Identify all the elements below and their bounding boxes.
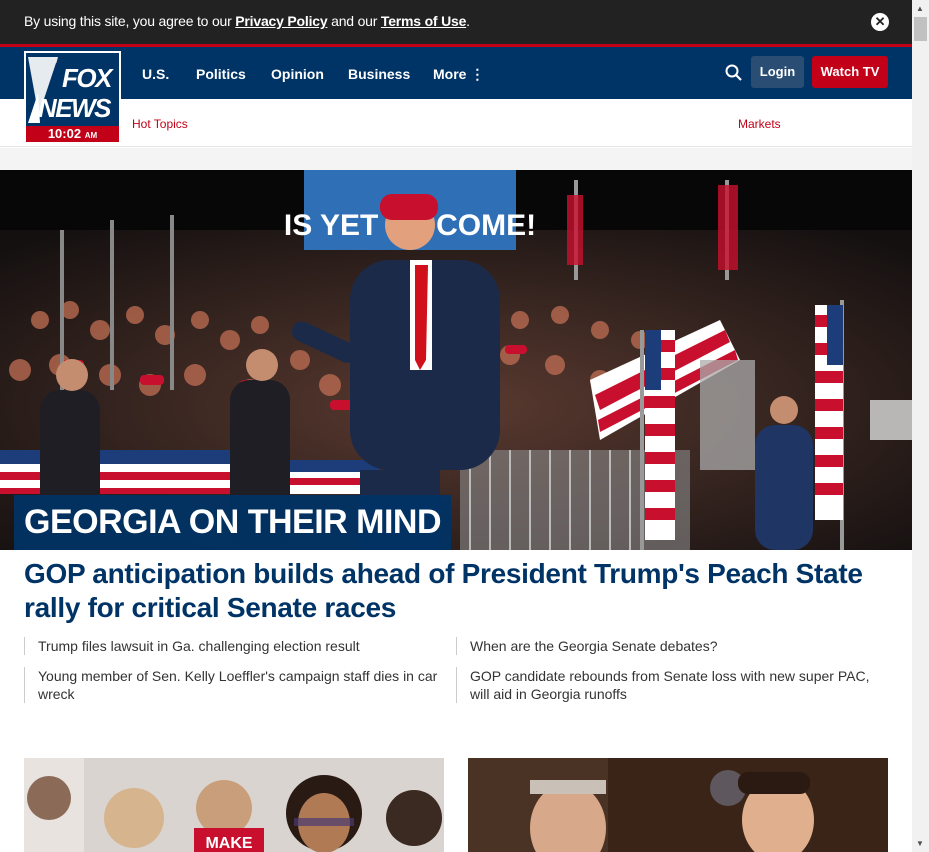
scroll-down-arrow-icon[interactable]: ▼: [916, 839, 924, 848]
login-button[interactable]: Login: [751, 56, 804, 88]
cookie-text-prefix: By using this site, you agree to our: [24, 13, 236, 29]
markets-link[interactable]: Markets: [738, 117, 781, 131]
cookie-consent-bar: By using this site, you agree to our Pri…: [0, 0, 912, 44]
fox-news-logo[interactable]: FOX NEWS 10:02 AM: [24, 51, 121, 144]
logo-clock: 10:02 AM: [26, 126, 119, 142]
related-story-link[interactable]: Young member of Sen. Kelly Loeffler's ca…: [24, 667, 444, 703]
related-story-link[interactable]: Trump files lawsuit in Ga. challenging e…: [24, 637, 444, 655]
related-story-link[interactable]: When are the Georgia Senate debates?: [456, 637, 876, 655]
hero-image[interactable]: IS YET TO COME!: [0, 170, 912, 550]
privacy-policy-link[interactable]: Privacy Policy: [235, 13, 327, 29]
hot-topics-link[interactable]: Hot Topics: [132, 117, 188, 131]
nav-opinion[interactable]: Opinion: [271, 66, 324, 82]
logo-news-text: NEWS: [38, 93, 112, 123]
hero-kicker-label[interactable]: GEORGIA ON THEIR MIND: [14, 495, 452, 550]
right-card-photo: [468, 758, 888, 852]
terms-of-use-link[interactable]: Terms of Use: [381, 13, 466, 29]
scroll-up-arrow-icon[interactable]: ▲: [916, 4, 924, 13]
hero-headline[interactable]: GOP anticipation builds ahead of Preside…: [24, 557, 894, 625]
logo-fox-text: FOX: [62, 63, 112, 93]
story-card-image-right[interactable]: [468, 758, 888, 852]
close-icon[interactable]: ✕: [871, 13, 889, 31]
search-icon[interactable]: [724, 63, 744, 83]
vertical-scrollbar[interactable]: [912, 0, 929, 852]
nav-us[interactable]: U.S.: [142, 66, 169, 82]
story-card-image-left[interactable]: MAKE: [24, 758, 444, 852]
nav-politics[interactable]: Politics: [196, 66, 246, 82]
scrollbar-thumb[interactable]: [914, 17, 927, 41]
clock-time: 10:02: [47, 126, 82, 141]
nav-business[interactable]: Business: [348, 66, 410, 82]
watch-tv-button[interactable]: Watch TV: [812, 56, 888, 88]
card-sign-text: MAKE: [205, 835, 252, 852]
nav-more[interactable]: More ⋮: [433, 66, 484, 83]
left-card-photo: MAKE: [24, 758, 444, 852]
cookie-text-mid: and our: [327, 13, 381, 29]
cookie-text-suffix: .: [466, 13, 470, 29]
cookie-consent-text: By using this site, you agree to our Pri…: [24, 13, 470, 29]
clock-ampm: AM: [84, 131, 98, 140]
related-story-link[interactable]: GOP candidate rebounds from Senate loss …: [456, 667, 876, 703]
hero-rally-photo: IS YET TO COME!: [0, 170, 912, 550]
section-divider: [0, 148, 912, 170]
